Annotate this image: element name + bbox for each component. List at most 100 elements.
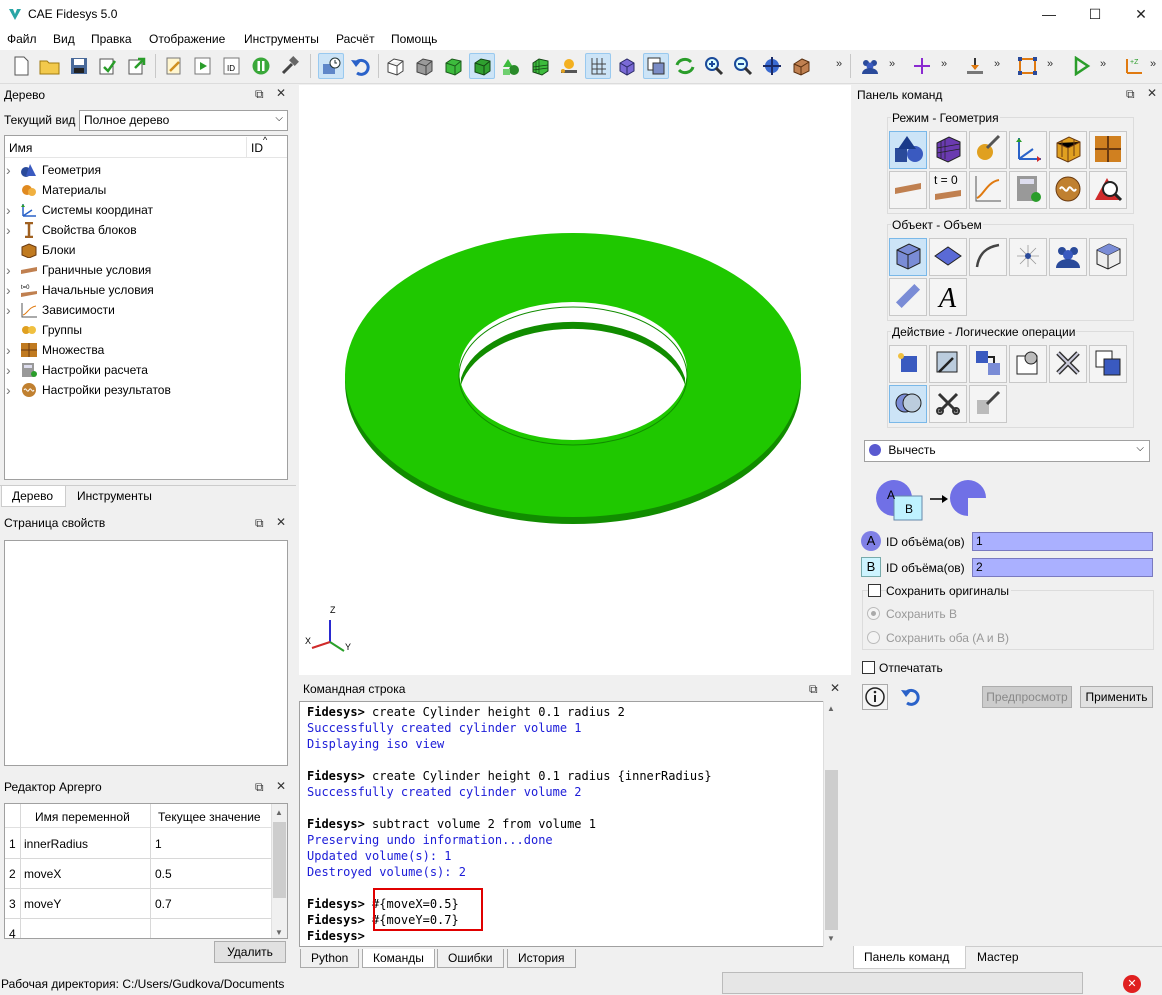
copy-act-button[interactable]: [1089, 345, 1127, 383]
import-icon[interactable]: [95, 53, 121, 79]
tree-item[interactable]: › Геометрия: [6, 160, 101, 180]
undo-icon[interactable]: [347, 53, 373, 79]
tree-item[interactable]: Блоки: [6, 240, 76, 260]
undock-icon[interactable]: ⧉: [255, 516, 264, 531]
scroll-down-icon[interactable]: ▼: [275, 928, 283, 937]
wireframe-view-icon[interactable]: [382, 53, 408, 79]
menu-help[interactable]: Помощь: [391, 32, 437, 46]
reset-button[interactable]: [898, 684, 924, 710]
tab-master[interactable]: Мастер: [967, 946, 1029, 968]
scroll-up-icon[interactable]: ▲: [827, 704, 835, 713]
webcut-act-button[interactable]: [929, 385, 967, 423]
ring-model[interactable]: [299, 85, 851, 675]
scroll-down-icon[interactable]: ▼: [827, 934, 835, 943]
groups-tool-icon[interactable]: [857, 53, 883, 79]
run-script-icon[interactable]: [190, 53, 216, 79]
tab-tree[interactable]: Дерево: [1, 486, 66, 507]
menu-tools[interactable]: Инструменты: [244, 32, 319, 46]
info-button[interactable]: [862, 684, 888, 710]
id-script-icon[interactable]: ID: [219, 53, 245, 79]
new-file-icon[interactable]: [8, 53, 34, 79]
toolbar-overflow-icon[interactable]: »: [1150, 58, 1156, 70]
dock-close-icon[interactable]: ✕: [830, 681, 840, 695]
run-calc-icon[interactable]: [1068, 53, 1094, 79]
dock-close-icon[interactable]: ✕: [276, 779, 286, 793]
transparency-icon[interactable]: [556, 53, 582, 79]
cube-color-icon[interactable]: [614, 53, 640, 79]
tools-hammer-icon[interactable]: [277, 53, 303, 79]
journal-edit-icon[interactable]: [161, 53, 187, 79]
box-view-icon[interactable]: [788, 53, 814, 79]
tab-tools[interactable]: Инструменты: [67, 486, 162, 506]
var-name-cell[interactable]: innerRadius: [24, 837, 88, 851]
3d-viewport[interactable]: [299, 85, 851, 675]
mesh-tool-icon[interactable]: [1015, 53, 1041, 79]
delete-var-button[interactable]: Удалить: [214, 941, 286, 963]
scroll-up-icon[interactable]: ▲: [275, 808, 283, 817]
tab-errors[interactable]: Ошибки: [437, 949, 504, 968]
pause-icon[interactable]: [248, 53, 274, 79]
refresh-icon[interactable]: [672, 53, 698, 79]
inspect-mode-button[interactable]: [1089, 171, 1127, 209]
deps-mode-button[interactable]: [969, 171, 1007, 209]
var-value-cell[interactable]: 1: [155, 837, 162, 851]
calc-mode-button[interactable]: [1009, 171, 1047, 209]
tree-col-id[interactable]: ID: [251, 141, 263, 155]
tree-item[interactable]: › Свойства блоков: [6, 220, 137, 240]
select-mode-icon[interactable]: [318, 53, 344, 79]
hidden-line-view-icon[interactable]: [411, 53, 437, 79]
scrollbar-thumb[interactable]: [273, 822, 286, 898]
open-folder-icon[interactable]: [37, 53, 63, 79]
preview-button[interactable]: Предпросмотр: [982, 686, 1072, 708]
error-indicator-icon[interactable]: ✕: [1123, 975, 1141, 993]
chevron-right-icon[interactable]: ›: [6, 342, 20, 358]
volume-a-input[interactable]: 1: [972, 532, 1153, 551]
point-tool-icon[interactable]: [909, 53, 935, 79]
materials-mode-button[interactable]: [969, 131, 1007, 169]
delete-act-button[interactable]: [1049, 345, 1087, 383]
surface-obj-button[interactable]: [929, 238, 967, 276]
maximize-button[interactable]: ☐: [1072, 0, 1118, 28]
blocks-mode-button[interactable]: [1049, 131, 1087, 169]
tree-item[interactable]: › Настройки результатов: [6, 380, 171, 400]
dock-close-icon[interactable]: ✕: [276, 86, 286, 100]
zoom-in-icon[interactable]: [701, 53, 727, 79]
tab-python[interactable]: Python: [300, 949, 360, 968]
tree-item[interactable]: Группы: [6, 320, 82, 340]
undock-icon[interactable]: ⧉: [809, 682, 818, 697]
text-obj-button[interactable]: A: [929, 278, 967, 316]
chevron-right-icon[interactable]: ›: [6, 382, 20, 398]
operation-select[interactable]: Вычесть ⌵: [864, 440, 1150, 462]
tree-col-name[interactable]: Имя: [9, 141, 32, 155]
save-icon[interactable]: [66, 53, 92, 79]
var-name-cell[interactable]: moveX: [24, 867, 61, 881]
toolbar-overflow-icon[interactable]: »: [836, 58, 842, 70]
volume-b-input[interactable]: 2: [972, 558, 1153, 577]
ic-mode-button[interactable]: t = 0: [929, 171, 967, 209]
tab-history[interactable]: История: [507, 949, 576, 968]
load-tool-icon[interactable]: [962, 53, 988, 79]
transform-act-button[interactable]: [969, 345, 1007, 383]
export-icon[interactable]: [124, 53, 150, 79]
scrollbar-thumb[interactable]: [825, 770, 838, 930]
window-select-icon[interactable]: [643, 53, 669, 79]
keep-originals-checkbox[interactable]: [868, 584, 881, 597]
toolbar-overflow-icon[interactable]: »: [889, 58, 895, 70]
sets-mode-button[interactable]: [1089, 131, 1127, 169]
mesh-view-icon[interactable]: [527, 53, 553, 79]
zoom-fit-icon[interactable]: [759, 53, 785, 79]
menu-view[interactable]: Вид: [53, 32, 75, 46]
chevron-right-icon[interactable]: ›: [6, 282, 20, 298]
geometry-shapes-icon[interactable]: [498, 53, 524, 79]
group-obj-button[interactable]: [1049, 238, 1087, 276]
body-obj-button[interactable]: [1089, 238, 1127, 276]
tab-commands[interactable]: Команды: [362, 949, 435, 968]
tree-item[interactable]: › Граничные условия: [6, 260, 151, 280]
chevron-right-icon[interactable]: ›: [6, 222, 20, 238]
tree-item[interactable]: › Множества: [6, 340, 104, 360]
minimize-button[interactable]: —: [1026, 0, 1072, 28]
modify-act-button[interactable]: [929, 345, 967, 383]
toolbar-overflow-icon[interactable]: »: [994, 58, 1000, 70]
var-value-cell[interactable]: 0.5: [155, 867, 172, 881]
results-mode-button[interactable]: [1049, 171, 1087, 209]
